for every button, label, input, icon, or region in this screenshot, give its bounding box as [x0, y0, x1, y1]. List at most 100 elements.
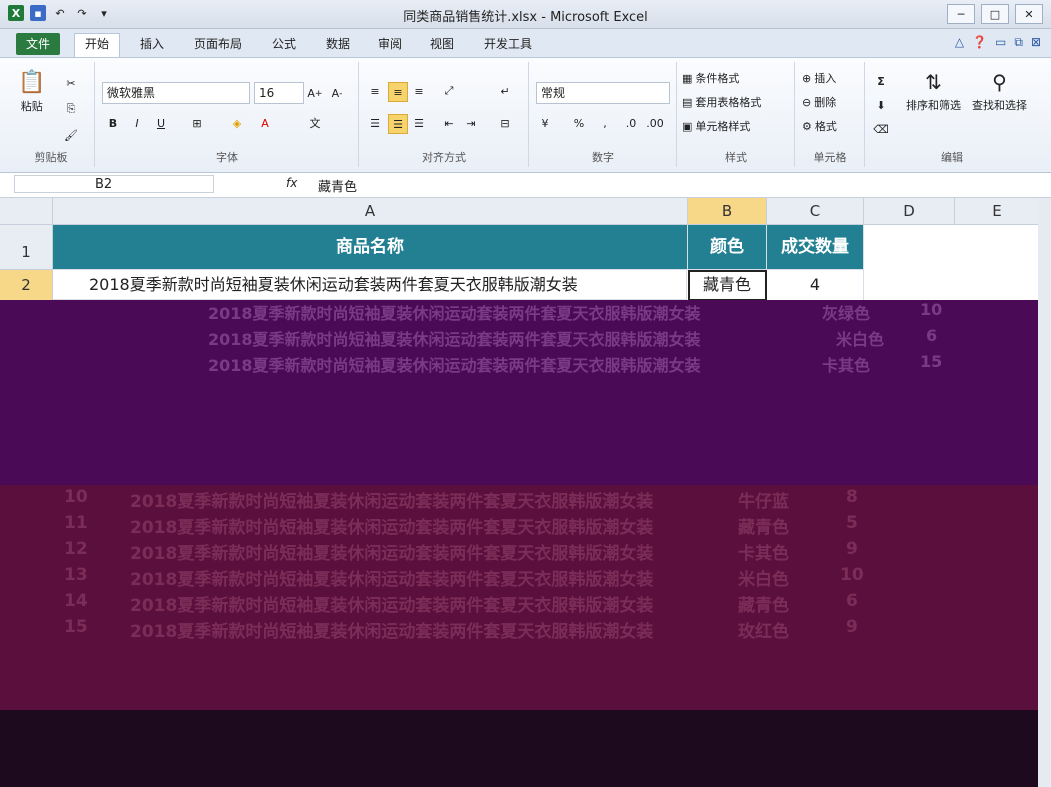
format-painter-icon[interactable]: 🖌 — [62, 126, 80, 144]
conditional-format-button[interactable]: ▦ 条件格式 — [682, 70, 739, 86]
header-color-cell[interactable]: 颜色 — [688, 225, 767, 270]
select-all-corner[interactable] — [0, 198, 53, 225]
currency-icon[interactable]: ¥ — [536, 114, 554, 132]
tab-insert[interactable]: 插入 — [130, 34, 174, 54]
color-cell[interactable]: 卡其色 — [738, 539, 789, 564]
font-size-select[interactable]: 16 — [254, 82, 304, 104]
header-product-cell[interactable]: 商品名称 — [53, 225, 688, 270]
product-cell[interactable]: 2018夏季新款时尚短袖夏装休闲运动套装两件套夏天衣服韩版潮女装 — [130, 565, 653, 590]
qty-cell[interactable]: 4 — [767, 270, 864, 301]
row-header-12[interactable]: 12 — [64, 539, 88, 559]
tab-formulas[interactable]: 公式 — [262, 34, 306, 54]
tab-page-layout[interactable]: 页面布局 — [184, 34, 252, 54]
format-button[interactable]: ⚙ 格式 — [802, 118, 837, 134]
delete-button[interactable]: ⊖ 删除 — [802, 94, 836, 110]
fill-icon[interactable]: ⬇ — [872, 96, 890, 114]
tab-data[interactable]: 数据 — [316, 34, 360, 54]
find-select-button[interactable]: ⚲ 查找和选择 — [972, 70, 1027, 113]
underline-button[interactable]: U — [152, 114, 170, 132]
font-name-select[interactable]: 微软雅黑 — [102, 82, 250, 104]
row-header-13[interactable]: 13 — [64, 565, 88, 585]
header-qty-cell[interactable]: 成交数量 — [767, 225, 864, 270]
product-cell[interactable]: 2018夏季新款时尚短袖夏装休闲运动套装两件套夏天衣服韩版潮女装 — [130, 513, 653, 538]
tab-home[interactable]: 开始 — [74, 33, 121, 57]
increase-indent-icon[interactable]: ⇥ — [462, 114, 480, 132]
help-icon[interactable]: ❓ — [972, 35, 987, 50]
close-button[interactable]: ✕ — [1015, 4, 1043, 24]
increase-decimal-icon[interactable]: .0 — [622, 114, 640, 132]
product-cell[interactable]: 2018夏季新款时尚短袖夏装休闲运动套装两件套夏天衣服韩版潮女装 — [130, 617, 653, 642]
italic-button[interactable]: I — [128, 114, 146, 132]
minimize-button[interactable]: ─ — [947, 4, 975, 24]
bold-button[interactable]: B — [104, 114, 122, 132]
number-format-select[interactable]: 常规 — [536, 82, 670, 104]
sort-filter-button[interactable]: ⇅ 排序和筛选 — [906, 70, 961, 113]
column-header-b[interactable]: B — [688, 198, 767, 225]
wrap-text-icon[interactable]: ↵ — [496, 82, 514, 100]
column-header-a[interactable]: A — [53, 198, 688, 225]
product-cell[interactable]: 2018夏季新款时尚短袖夏装休闲运动套装两件套夏天衣服韩版潮女装 — [130, 487, 653, 512]
row-header-14[interactable]: 14 — [64, 591, 88, 611]
doc-minimize-icon[interactable]: ▭ — [995, 35, 1006, 50]
merge-center-icon[interactable]: ⊟ — [496, 114, 514, 132]
row-header-11[interactable]: 11 — [64, 513, 88, 533]
product-cell[interactable]: 2018夏季新款时尚短袖夏装休闲运动套装两件套夏天衣服韩版潮女装 — [53, 270, 687, 300]
doc-restore-icon[interactable]: ⧉ — [1014, 35, 1023, 50]
color-cell[interactable]: 藏青色 — [738, 591, 789, 616]
column-header-c[interactable]: C — [767, 198, 864, 225]
decrease-decimal-icon[interactable]: .00 — [646, 114, 664, 132]
align-left-icon[interactable]: ☰ — [366, 114, 384, 132]
product-cell[interactable]: 2018夏季新款时尚短袖夏装休闲运动套装两件套夏天衣服韩版潮女装 — [130, 539, 653, 564]
align-middle-icon[interactable]: ≡ — [388, 82, 408, 102]
percent-button[interactable]: % — [570, 114, 588, 132]
qty-cell[interactable]: 6 — [846, 591, 858, 611]
qty-cell[interactable]: 5 — [846, 513, 858, 533]
row-header-2[interactable]: 2 — [0, 270, 53, 301]
autosum-button[interactable]: Σ — [872, 72, 890, 90]
insert-button[interactable]: ⊕ 插入 — [802, 70, 836, 86]
border-icon[interactable]: ⊞ — [188, 114, 206, 132]
insert-function-icon[interactable]: fx — [286, 176, 297, 190]
align-bottom-icon[interactable]: ≡ — [410, 82, 428, 100]
tab-view[interactable]: 视图 — [420, 34, 464, 54]
name-box[interactable]: B2 — [14, 175, 214, 193]
shrink-font-icon[interactable]: A- — [328, 84, 346, 102]
row-header-10[interactable]: 10 — [64, 487, 88, 507]
paste-button[interactable]: 📋 粘贴 — [18, 70, 45, 114]
formula-input[interactable]: 藏青色 — [318, 176, 357, 195]
copy-icon[interactable]: ⎘ — [62, 100, 80, 118]
ribbon-minimize-icon[interactable]: △ — [955, 35, 964, 50]
column-header-d[interactable]: D — [864, 198, 955, 225]
tab-review[interactable]: 审阅 — [368, 34, 412, 54]
tab-file[interactable]: 文件 — [16, 33, 61, 55]
row-header-15[interactable]: 15 — [64, 617, 88, 637]
decrease-indent-icon[interactable]: ⇤ — [440, 114, 458, 132]
tab-developer[interactable]: 开发工具 — [474, 34, 542, 54]
column-header-e[interactable]: E — [955, 198, 1040, 225]
format-as-table-button[interactable]: ▤ 套用表格格式 — [682, 94, 761, 110]
qty-cell[interactable]: 9 — [846, 617, 858, 637]
vertical-scrollbar[interactable] — [1038, 198, 1051, 787]
color-cell[interactable]: 玫红色 — [738, 617, 789, 642]
qty-cell[interactable]: 9 — [846, 539, 858, 559]
qty-cell[interactable]: 10 — [840, 565, 864, 585]
font-color-icon[interactable]: A — [256, 114, 274, 132]
grow-font-icon[interactable]: A + — [306, 84, 324, 102]
color-cell[interactable]: 牛仔蓝 — [738, 487, 789, 512]
fill-color-icon[interactable]: ◈ — [228, 114, 246, 132]
align-center-icon[interactable]: ☰ — [388, 114, 408, 134]
cell-styles-button[interactable]: ▣ 单元格样式 — [682, 118, 750, 134]
qty-cell[interactable]: 8 — [846, 487, 858, 507]
align-right-icon[interactable]: ☰ — [410, 114, 428, 132]
row-header-1[interactable]: 1 — [0, 225, 53, 270]
product-cell[interactable]: 2018夏季新款时尚短袖夏装休闲运动套装两件套夏天衣服韩版潮女装 — [130, 591, 653, 616]
align-top-icon[interactable]: ≡ — [366, 82, 384, 100]
clear-icon[interactable]: ⌫ — [872, 120, 890, 138]
phonetic-icon[interactable]: 文 — [306, 114, 324, 132]
maximize-button[interactable]: □ — [981, 4, 1009, 24]
doc-close-icon[interactable]: ⊠ — [1031, 35, 1041, 50]
color-cell[interactable]: 米白色 — [738, 565, 789, 590]
cut-icon[interactable]: ✂ — [62, 74, 80, 92]
color-cell-selected[interactable]: 藏青色 — [688, 270, 767, 301]
comma-button[interactable]: , — [596, 114, 614, 132]
